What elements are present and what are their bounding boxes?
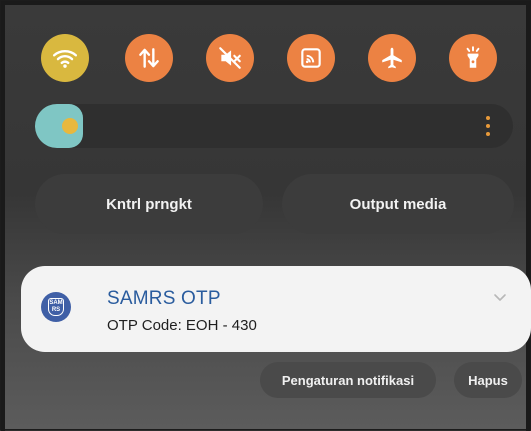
notification-body: OTP Code: EOH - 430 (107, 317, 257, 334)
screen-frame-top (1, 1, 531, 5)
flashlight-icon (466, 46, 480, 68)
mobile-data-toggle[interactable] (125, 34, 173, 82)
airplane-mode-toggle[interactable] (368, 34, 416, 82)
wifi-icon (52, 50, 78, 68)
sun-icon (62, 118, 78, 134)
quick-settings-toggles (41, 34, 507, 86)
sound-toggle[interactable] (206, 34, 254, 82)
airplane-icon (382, 47, 402, 69)
screen-frame-left (1, 1, 5, 431)
cast-icon (301, 48, 321, 68)
otp-notification-card[interactable]: SAM RS SAMRS OTP OTP Code: EOH - 430 (21, 266, 531, 352)
chevron-down-icon[interactable] (493, 292, 507, 302)
notification-settings-button[interactable]: Pengaturan notifikasi (260, 362, 436, 398)
clear-notifications-button[interactable]: Hapus (454, 362, 522, 398)
cast-toggle[interactable] (287, 34, 335, 82)
device-control-button[interactable]: Kntrl prngkt (35, 174, 263, 234)
more-vertical-icon[interactable] (485, 116, 491, 136)
samrs-logo-icon: SAM RS (41, 292, 71, 322)
flashlight-toggle[interactable] (449, 34, 497, 82)
data-arrows-icon (139, 48, 159, 68)
notification-title: SAMRS OTP (107, 288, 221, 309)
wifi-toggle[interactable] (41, 34, 89, 82)
brightness-slider[interactable] (35, 104, 513, 148)
screen-frame-right (526, 1, 530, 431)
media-output-button[interactable]: Output media (282, 174, 514, 234)
notification-shade: Kntrl prngkt Output media SAM RS SAMRS OT… (0, 0, 531, 431)
mute-icon (219, 47, 241, 69)
